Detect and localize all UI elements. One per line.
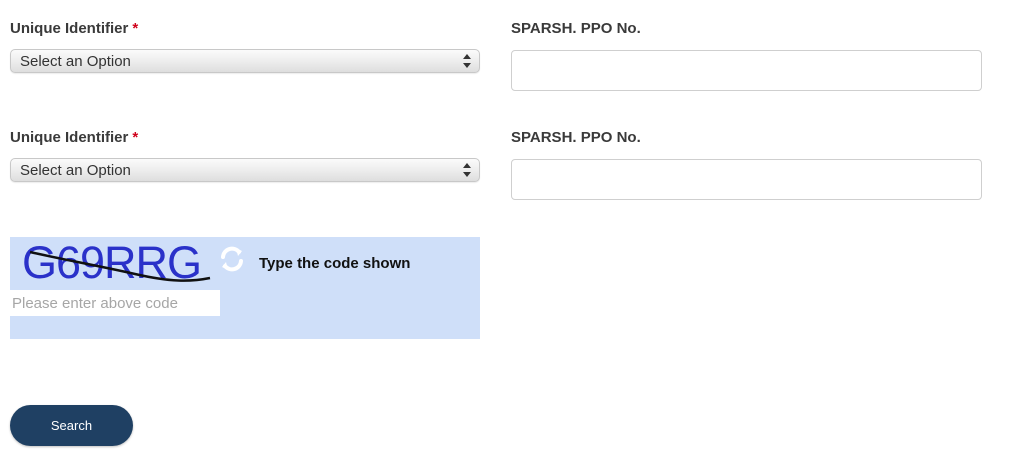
unique-identifier-label-text: Unique Identifier <box>10 20 129 37</box>
unique-identifier-label-text: Unique Identifier <box>10 129 129 146</box>
ppo-number-input[interactable] <box>511 50 982 91</box>
captcha-image: G69RRG <box>22 238 211 288</box>
unique-identifier-select[interactable]: Select an Option <box>10 49 480 73</box>
select-arrows-icon <box>463 163 471 177</box>
unique-identifier-label: Unique Identifier * <box>10 129 138 146</box>
refresh-icon[interactable] <box>218 245 246 273</box>
unique-identifier-label: Unique Identifier * <box>10 20 138 37</box>
required-marker: * <box>132 20 139 37</box>
unique-identifier-select-value: Select an Option <box>20 161 131 179</box>
unique-identifier-select-value: Select an Option <box>20 52 131 70</box>
select-arrows-icon <box>463 54 471 68</box>
captcha-input[interactable] <box>10 290 220 316</box>
captcha-hint: Type the code shown <box>259 255 411 272</box>
ppo-number-label: SPARSH. PPO No. <box>511 20 641 37</box>
unique-identifier-select[interactable]: Select an Option <box>10 158 480 182</box>
captcha-panel: G69RRG Type the code shown <box>10 237 480 339</box>
search-button[interactable]: Search <box>10 405 133 446</box>
ppo-number-label: SPARSH. PPO No. <box>511 129 641 146</box>
ppo-number-input[interactable] <box>511 159 982 200</box>
search-form: Unique Identifier * Select an Option SPAR… <box>0 0 1024 456</box>
required-marker: * <box>132 129 139 146</box>
